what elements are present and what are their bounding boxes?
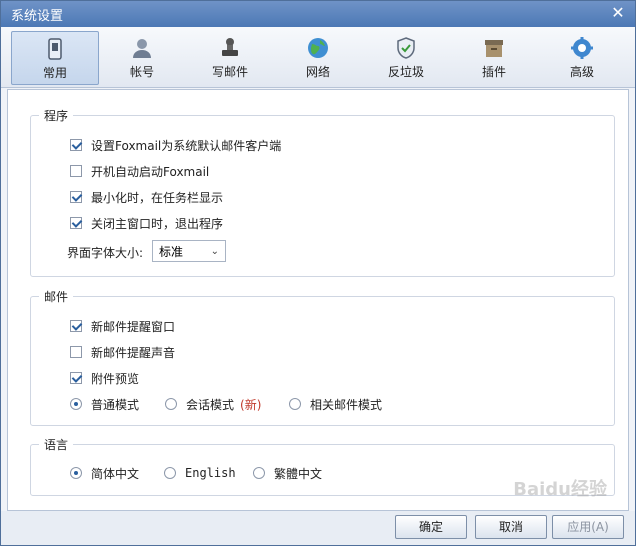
radio-related-mode[interactable]: 相关邮件模式 bbox=[289, 395, 382, 413]
dialog-footer: 确定 取消 应用(A) bbox=[1, 511, 635, 545]
group-title: 语言 bbox=[39, 436, 74, 453]
font-size-label: 界面字体大小: bbox=[67, 246, 144, 260]
language-group: 语言 简体中文 English 繁體中文 bbox=[30, 436, 615, 496]
option-label: 相关邮件模式 bbox=[310, 397, 383, 412]
radio[interactable] bbox=[165, 398, 177, 410]
globe-icon bbox=[308, 38, 328, 58]
box-icon bbox=[485, 40, 503, 57]
radio[interactable] bbox=[70, 467, 82, 479]
radio-traditional-chinese[interactable]: 繁體中文 bbox=[253, 464, 322, 482]
close-icon[interactable]: ✕ bbox=[609, 4, 627, 22]
cancel-button[interactable]: 取消 bbox=[475, 515, 547, 539]
tab-plugins[interactable]: 插件 bbox=[451, 31, 537, 83]
program-group: 程序 设置Foxmail为系统默认邮件客户端 开机自动启动Foxmail 最小化… bbox=[30, 107, 615, 277]
chevron-down-icon: ⌄ bbox=[210, 246, 219, 257]
option-new-mail-sound[interactable]: 新邮件提醒声音 bbox=[70, 343, 175, 361]
radio[interactable] bbox=[164, 467, 176, 479]
tab-label: 帐号 bbox=[129, 65, 154, 79]
font-size-select[interactable]: 标准 ⌄ bbox=[152, 240, 226, 262]
checkbox[interactable] bbox=[70, 217, 82, 229]
user-icon bbox=[133, 39, 151, 58]
tab-antispam[interactable]: 反垃圾 bbox=[363, 31, 449, 83]
apply-button[interactable]: 应用(A) bbox=[552, 515, 624, 539]
phone-icon bbox=[48, 38, 62, 60]
option-attachment-preview[interactable]: 附件预览 bbox=[70, 369, 139, 387]
checkbox[interactable] bbox=[70, 165, 82, 177]
radio-conversation-mode[interactable]: 会话模式 (新) bbox=[165, 395, 261, 413]
option-label: 设置Foxmail为系统默认邮件客户端 bbox=[91, 138, 282, 153]
tab-account[interactable]: 帐号 bbox=[99, 31, 185, 83]
radio-simplified-chinese[interactable]: 简体中文 bbox=[70, 464, 139, 482]
option-label: 会话模式 bbox=[186, 397, 235, 412]
checkbox[interactable] bbox=[70, 372, 82, 384]
font-size-value: 标准 bbox=[159, 245, 184, 259]
tab-label: 插件 bbox=[481, 65, 506, 79]
title-bar[interactable]: 系统设置 ✕ bbox=[1, 1, 635, 27]
option-label: 繁體中文 bbox=[274, 466, 323, 481]
option-label: 简体中文 bbox=[91, 466, 140, 481]
tab-label: 高级 bbox=[569, 65, 594, 79]
option-default-client[interactable]: 设置Foxmail为系统默认邮件客户端 bbox=[70, 136, 281, 154]
group-title: 邮件 bbox=[39, 288, 74, 305]
stamp-icon bbox=[222, 38, 238, 56]
gear-icon bbox=[571, 37, 593, 59]
tab-label: 写邮件 bbox=[211, 65, 248, 79]
settings-tabs: 常用 帐号 写邮件 网络 反垃圾 插件 高级 bbox=[1, 27, 635, 88]
group-title: 程序 bbox=[39, 107, 74, 124]
option-close-exit[interactable]: 关闭主窗口时，退出程序 bbox=[70, 214, 223, 232]
tab-label: 网络 bbox=[305, 65, 330, 79]
tab-label: 反垃圾 bbox=[387, 65, 424, 79]
tab-compose[interactable]: 写邮件 bbox=[187, 31, 273, 83]
option-label: 最小化时，在任务栏显示 bbox=[91, 190, 224, 205]
radio[interactable] bbox=[70, 398, 82, 410]
option-label: 关闭主窗口时，退出程序 bbox=[91, 216, 224, 231]
option-label: 开机自动启动Foxmail bbox=[91, 164, 210, 179]
ok-button[interactable]: 确定 bbox=[395, 515, 467, 539]
settings-panel: 程序 设置Foxmail为系统默认邮件客户端 开机自动启动Foxmail 最小化… bbox=[7, 89, 629, 511]
window-title: 系统设置 bbox=[11, 9, 64, 24]
tab-label: 常用 bbox=[42, 66, 67, 80]
option-label: 新邮件提醒声音 bbox=[91, 345, 176, 360]
checkbox[interactable] bbox=[70, 139, 82, 151]
radio[interactable] bbox=[289, 398, 301, 410]
option-autostart[interactable]: 开机自动启动Foxmail bbox=[70, 162, 209, 180]
tab-network[interactable]: 网络 bbox=[275, 31, 361, 83]
shield-icon bbox=[397, 37, 415, 59]
option-new-mail-window[interactable]: 新邮件提醒窗口 bbox=[70, 317, 175, 335]
option-minimize-taskbar[interactable]: 最小化时，在任务栏显示 bbox=[70, 188, 223, 206]
option-label: 普通模式 bbox=[91, 397, 140, 412]
radio-normal-mode[interactable]: 普通模式 bbox=[70, 395, 139, 413]
option-label: 附件预览 bbox=[91, 371, 140, 386]
radio-english[interactable]: English bbox=[164, 464, 236, 482]
mail-group: 邮件 新邮件提醒窗口 新邮件提醒声音 附件预览 普通模式 会话模式 (新) 相关… bbox=[30, 288, 615, 426]
new-badge: (新) bbox=[240, 397, 262, 412]
settings-window: 系统设置 ✕ 常用 帐号 写邮件 网络 反垃圾 插件 高级 程序 设置Foxma… bbox=[0, 0, 636, 546]
checkbox[interactable] bbox=[70, 191, 82, 203]
radio[interactable] bbox=[253, 467, 265, 479]
option-label: English bbox=[185, 466, 236, 480]
checkbox[interactable] bbox=[70, 320, 82, 332]
checkbox[interactable] bbox=[70, 346, 82, 358]
option-label: 新邮件提醒窗口 bbox=[91, 319, 176, 334]
tab-general[interactable]: 常用 bbox=[11, 31, 99, 85]
tab-advanced[interactable]: 高级 bbox=[539, 31, 625, 83]
